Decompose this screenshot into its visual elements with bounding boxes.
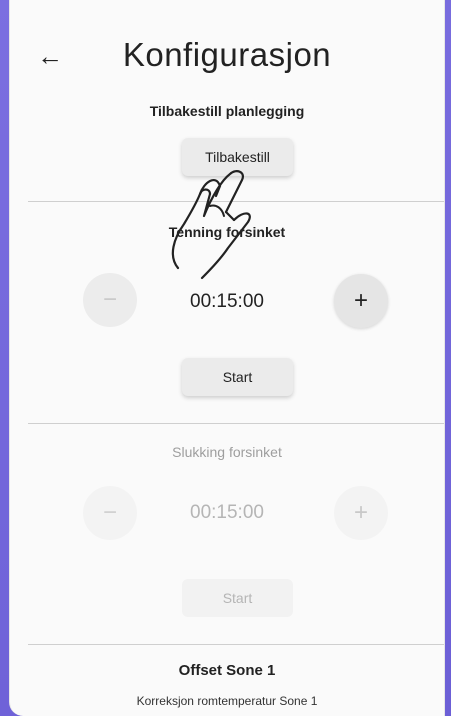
- reset-section-title: Tilbakestill planlegging: [149, 103, 305, 119]
- increase-button[interactable]: +: [334, 274, 388, 328]
- offset-subtitle: Korreksjon romtemperatur Sone 1: [136, 694, 318, 708]
- divider: [28, 423, 444, 424]
- reset-button[interactable]: Tilbakestill: [182, 138, 293, 176]
- turn-on-delay-title: Tenning forsinket: [168, 224, 286, 240]
- tap-hand-icon: [171, 170, 251, 280]
- config-panel: ← Konfigurasjon Tilbakestill planlegging…: [9, 0, 445, 716]
- offset-title: Offset Sone 1: [178, 662, 276, 679]
- page-title: Konfigurasjon: [122, 36, 332, 73]
- divider: [28, 644, 444, 645]
- plus-icon: +: [353, 287, 368, 314]
- divider: [28, 201, 444, 202]
- increase-button-disabled[interactable]: +: [334, 486, 388, 540]
- plus-icon: +: [353, 499, 368, 526]
- turn-off-start-button[interactable]: Start: [182, 579, 293, 617]
- header: ← Konfigurasjon: [10, 0, 444, 100]
- turn-off-delay-title: Slukking forsinket: [172, 444, 282, 460]
- turn-on-start-button[interactable]: Start: [182, 358, 293, 396]
